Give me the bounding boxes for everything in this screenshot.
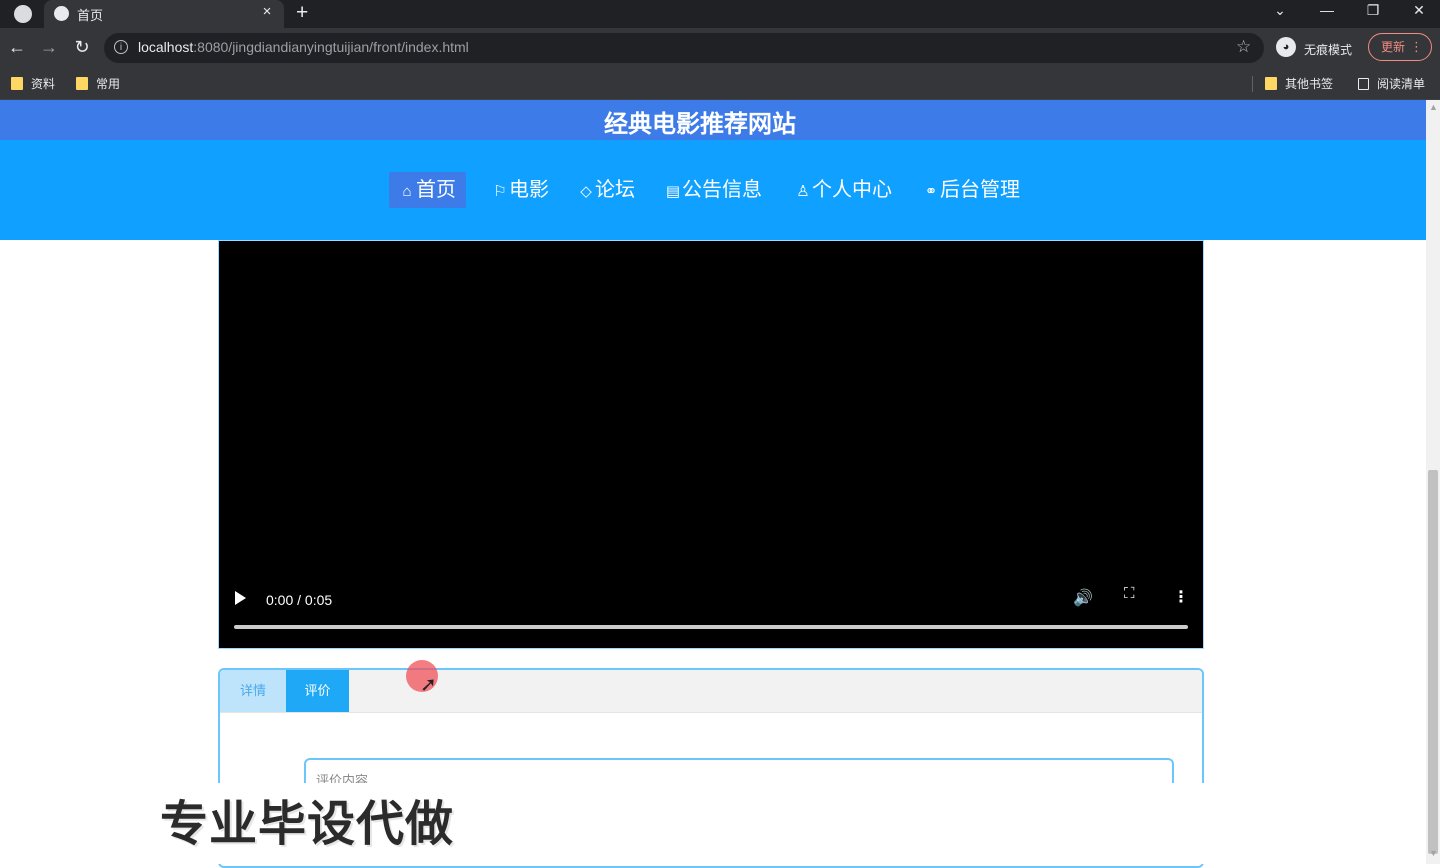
url-host: localhost	[138, 39, 194, 55]
nav-label: 首页	[416, 179, 456, 201]
bookmark-label: 资料	[31, 77, 56, 91]
tag-icon: ◇	[580, 183, 592, 200]
site-title: 经典电影推荐网站	[604, 111, 796, 138]
bookmarks-bar: 资料 常用 其他书签 阅读清单	[0, 68, 1440, 100]
page-scrollbar[interactable]: ▲ ▼	[1426, 100, 1440, 864]
other-bookmarks[interactable]: 其他书签	[1265, 75, 1333, 92]
url-path: :8080/jingdiandianyingtuijian/front/inde…	[193, 39, 469, 55]
video-player[interactable]: 0:00 / 0:05 🔊 ⛶ ⋮	[218, 240, 1204, 649]
address-bar[interactable]: i localhost:8080/jingdiandianyingtuijian…	[104, 33, 1264, 63]
tab-close-icon[interactable]: ×	[259, 3, 275, 20]
new-tab-button[interactable]: +	[296, 1, 308, 25]
browser-globe-icon[interactable]	[14, 5, 32, 23]
nav-item-announcements[interactable]: ▤公告信息	[655, 172, 772, 208]
nav-item-profile[interactable]: ♙ 个人中心	[785, 172, 902, 208]
incognito-icon[interactable]: ◕	[1276, 37, 1296, 57]
nav-label: 后台管理	[940, 179, 1020, 201]
bookmark-separator	[1252, 76, 1253, 92]
site-info-icon[interactable]: i	[114, 40, 128, 54]
forward-icon[interactable]: →	[38, 37, 60, 58]
update-label: 更新	[1381, 40, 1406, 54]
nav-item-admin[interactable]: ⚭ 后台管理	[913, 172, 1030, 208]
menu-dots-icon[interactable]: ⋮	[1410, 34, 1423, 60]
reading-list-label: 阅读清单	[1377, 77, 1426, 91]
tab-search-icon[interactable]: ⌄	[1268, 2, 1292, 19]
browser-toolbar: ← → ↻ i localhost:8080/jingdiandianyingt…	[0, 28, 1440, 68]
bookmark-label: 常用	[96, 77, 121, 91]
volume-icon[interactable]: 🔊	[1073, 588, 1093, 608]
fullscreen-icon[interactable]: ⛶	[1124, 586, 1138, 601]
watermark-text: 专业毕设代做	[160, 798, 455, 851]
tab-favicon-icon	[54, 6, 69, 21]
nav-label: 公告信息	[682, 179, 762, 201]
nav-label: 电影	[509, 179, 549, 201]
window-close-icon[interactable]: ✕	[1407, 2, 1431, 19]
tab-details[interactable]: 详情	[220, 670, 286, 712]
minimize-icon[interactable]: —	[1315, 2, 1339, 18]
video-more-icon[interactable]: ⋮	[1173, 587, 1189, 607]
flag-icon: ⚐	[493, 183, 507, 200]
main-nav: ⌂ 首页 ⚐ 电影 ◇ 论坛 ▤公告信息 ♙ 个人中心 ⚭ 后台管理	[0, 140, 1426, 240]
reload-icon[interactable]: ↻	[71, 37, 93, 58]
bookmark-folder-2[interactable]: 常用	[76, 75, 120, 92]
nav-item-movies[interactable]: ⚐ 电影	[482, 172, 559, 208]
scroll-down-icon[interactable]: ▼	[1429, 848, 1438, 858]
other-bookmarks-label: 其他书签	[1285, 77, 1334, 91]
nav-item-home[interactable]: ⌂ 首页	[389, 172, 466, 208]
home-icon: ⌂	[402, 183, 412, 200]
mouse-pointer-icon: ➚	[420, 674, 437, 696]
tab-title: 首页	[77, 8, 104, 23]
tab-review[interactable]: 评价	[286, 670, 349, 712]
back-icon[interactable]: ←	[6, 37, 28, 58]
browser-tab-strip: 首页 × + ⌄ — ❐ ✕	[0, 0, 1440, 28]
restore-icon[interactable]: ❐	[1361, 2, 1385, 19]
play-icon[interactable]	[235, 591, 246, 605]
url-text[interactable]: localhost:8080/jingdiandianyingtuijian/f…	[138, 39, 469, 55]
reading-list-icon	[1358, 78, 1369, 90]
nav-label: 论坛	[595, 179, 635, 201]
link-icon: ⚭	[924, 183, 938, 200]
folder-icon	[11, 77, 23, 90]
folder-icon	[76, 77, 88, 90]
browser-tab[interactable]: 首页 ×	[44, 0, 284, 28]
site-header: 经典电影推荐网站	[0, 100, 1426, 140]
video-time: 0:00 / 0:05	[266, 592, 333, 608]
bookmark-folder-1[interactable]: 资料	[11, 75, 55, 92]
update-button[interactable]: 更新 ⋮	[1368, 33, 1432, 61]
scroll-up-icon[interactable]: ▲	[1429, 102, 1438, 112]
notice-icon: ▤	[665, 183, 681, 200]
reading-list[interactable]: 阅读清单	[1358, 75, 1425, 92]
video-progress-bar[interactable]	[234, 625, 1188, 629]
incognito-label: 无痕模式	[1304, 43, 1353, 57]
scroll-thumb[interactable]	[1428, 470, 1438, 854]
user-icon: ♙	[796, 183, 810, 200]
nav-item-forum[interactable]: ◇ 论坛	[568, 172, 645, 208]
bookmark-star-icon[interactable]: ☆	[1236, 37, 1251, 57]
nav-label: 个人中心	[812, 179, 892, 201]
folder-icon	[1265, 77, 1277, 90]
panel-tab-bar: 详情 评价	[220, 670, 1202, 713]
